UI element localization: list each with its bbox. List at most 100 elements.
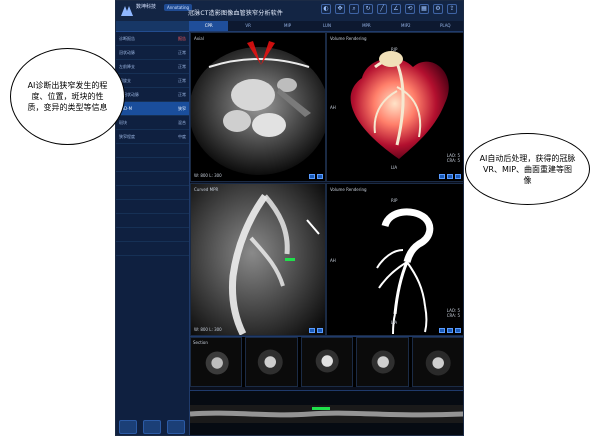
sidebar-row[interactable]: 回旋支 正常 [116, 74, 189, 88]
sidebar-row[interactable]: 右冠状动脉 正常 [116, 88, 189, 102]
viewport-axial-title: Axial [194, 36, 204, 41]
viewport-vr-orient-top: RIP [391, 47, 398, 52]
viewport-mip-orient-top: RIP [391, 198, 398, 203]
sidebar-row[interactable] [116, 214, 189, 228]
sidebar-row[interactable]: 左前降支 正常 [116, 60, 189, 74]
sidebar-row[interactable] [116, 144, 189, 158]
print-button[interactable] [143, 420, 161, 434]
callout-left-text: AI诊断出狭窄发生的程度、位置，斑块的性质，变异的类型等信息 [27, 81, 108, 112]
sidebar-row[interactable]: 斑块 混合 [116, 116, 189, 130]
sidebar-row[interactable] [116, 200, 189, 214]
viewport-cpr[interactable]: Curved MPR W: 800 L: 300 [190, 183, 326, 336]
app-title: 冠脉CT造影图像血管狭窄分析软件 [188, 10, 284, 17]
viewport-tool-1[interactable] [309, 328, 315, 333]
sidebar-rows: 冠状动脉 正常 左前降支 正常 回旋支 正常 右冠状动脉 正常 LAD-M 狭窄 斑块 混合 狭窄程度中… [116, 46, 189, 256]
window-level-icon[interactable]: ◐ [321, 4, 331, 14]
sidebar-row-label: 左前降支 [119, 63, 135, 69]
report-sidebar: 诊断报告 报告 冠状动脉 正常 左前降支 正常 回旋支 正常 右冠状动脉 正常 LAD-M 狭窄斑… [116, 21, 190, 435]
bottom-panel [189, 390, 463, 435]
viewport-tool-1[interactable] [439, 174, 445, 179]
sidebar-row[interactable] [116, 228, 189, 242]
callout-right: AI自动后处理，获得的冠脉VR、MIP、曲面重建等图像 [465, 133, 590, 205]
tab-5[interactable]: MIP2 [386, 21, 425, 31]
straightened-vessel-image [189, 391, 463, 435]
cross-section-title: Section [193, 340, 208, 345]
cross-section-cell[interactable] [245, 337, 298, 387]
sidebar-row-value: 中度 [178, 133, 186, 139]
viewport-tool-1[interactable] [309, 174, 315, 179]
sidebar-row-value: 混合 [178, 119, 186, 125]
sidebar-row[interactable]: LAD-M 狭窄 [116, 102, 189, 116]
viewport-mip[interactable]: Volume Rendering RIP AH LIA LAO: 5 CRA: … [326, 183, 463, 336]
sidebar-row[interactable]: 冠状动脉 正常 [116, 46, 189, 60]
toolbar: ◐ ✥ ⌕ ↻ ╱ ∠ ⟲ ▦ ⚙ ⇪ [321, 4, 457, 14]
viewport-axial-tools [309, 174, 323, 179]
viewport-tool-3[interactable] [455, 328, 461, 333]
cpr-image [191, 184, 325, 335]
viewport-tool-2[interactable] [447, 174, 453, 179]
zoom-icon[interactable]: ⌕ [349, 4, 359, 14]
export-icon[interactable]: ⇪ [447, 4, 457, 14]
mip-tree-image [376, 208, 434, 335]
sidebar-row-value: 正常 [178, 91, 186, 97]
tab-4[interactable]: MPR [347, 21, 386, 31]
sidebar-row-label: 斑块 [119, 119, 127, 125]
cross-section-strip: Section [190, 336, 463, 387]
callout-right-text: AI自动后处理，获得的冠脉VR、MIP、曲面重建等图像 [479, 153, 576, 185]
viewport-cpr-tools [309, 328, 323, 333]
sidebar-row-value: 狭窄 [178, 105, 186, 111]
sidebar-row-value: 正常 [178, 63, 186, 69]
tab-1[interactable]: VR [228, 21, 267, 31]
rotate-icon[interactable]: ↻ [363, 4, 373, 14]
cross-section-cell[interactable] [300, 337, 354, 387]
sidebar-row-value: 正常 [178, 77, 186, 83]
viewport-tool-2[interactable] [317, 174, 323, 179]
viewport-cpr-wl: W: 800 L: 300 [194, 327, 222, 332]
cross-section-image [205, 351, 229, 375]
angle-icon[interactable]: ∠ [391, 4, 401, 14]
sidebar-header: 诊断报告 报告 [116, 32, 189, 46]
sidebar-row-value: 正常 [178, 49, 186, 55]
viewport-mip-tools [439, 328, 461, 333]
cross-section-cell[interactable] [356, 337, 409, 387]
cross-section-image [258, 349, 284, 375]
viewport-tool-3[interactable] [455, 174, 461, 179]
cross-section-cell[interactable]: Section [190, 337, 243, 387]
measure-icon[interactable]: ╱ [377, 4, 387, 14]
share-button[interactable] [119, 420, 137, 434]
tab-3[interactable]: LUN [307, 21, 346, 31]
viewport-tool-1[interactable] [439, 328, 445, 333]
viewport-vr[interactable]: Volume Rendering RIP AH LIA LAO: 5 CRA: … [326, 32, 463, 182]
app-window: 数坤科技 Annotating 冠脉CT造影图像血管狭窄分析软件 ◐ ✥ ⌕ ↻… [115, 0, 464, 436]
vr-heart-image [350, 51, 449, 159]
sidebar-row[interactable] [116, 158, 189, 172]
viewport-vr-orient-left: AH [330, 105, 336, 110]
viewport-mip-angles: LAO: 5 CRA: 5 [446, 308, 460, 318]
sidebar-header-left: 诊断报告 [119, 35, 135, 41]
tab-6[interactable]: PLAQ [426, 21, 463, 31]
cross-section-cell[interactable] [411, 337, 463, 387]
sidebar-row-label: 冠状动脉 [119, 49, 135, 55]
viewport-axial-wl: W: 800 L: 300 [194, 173, 222, 178]
tab-2[interactable]: MIP [268, 21, 307, 31]
pan-icon[interactable]: ✥ [335, 4, 345, 14]
viewport-vr-tools [439, 174, 461, 179]
sidebar-row[interactable] [116, 172, 189, 186]
sidebar-header-right[interactable]: 报告 [178, 36, 186, 42]
viewport-tool-2[interactable] [317, 328, 323, 333]
viewport-vr-orient-bottom: LIA [391, 165, 398, 170]
viewport-axial[interactable]: Axial W: 800 L: 300 [190, 32, 326, 182]
viewport-mip-orient-left: AH [330, 258, 336, 263]
sidebar-row[interactable]: 狭窄程度 中度 [116, 130, 189, 144]
viewport-tool-2[interactable] [447, 328, 453, 333]
sidebar-row[interactable] [116, 186, 189, 200]
sidebar-row[interactable] [116, 242, 189, 256]
tab-0[interactable]: CPR [189, 21, 229, 31]
layout-icon[interactable]: ▦ [419, 4, 429, 14]
sidebar-ribbon [116, 21, 189, 32]
brand-name: 数坤科技 [136, 4, 157, 10]
reset-icon[interactable]: ⟲ [405, 4, 415, 14]
save-button[interactable] [167, 420, 185, 434]
settings-icon[interactable]: ⚙ [433, 4, 443, 14]
logo-icon [121, 6, 133, 16]
